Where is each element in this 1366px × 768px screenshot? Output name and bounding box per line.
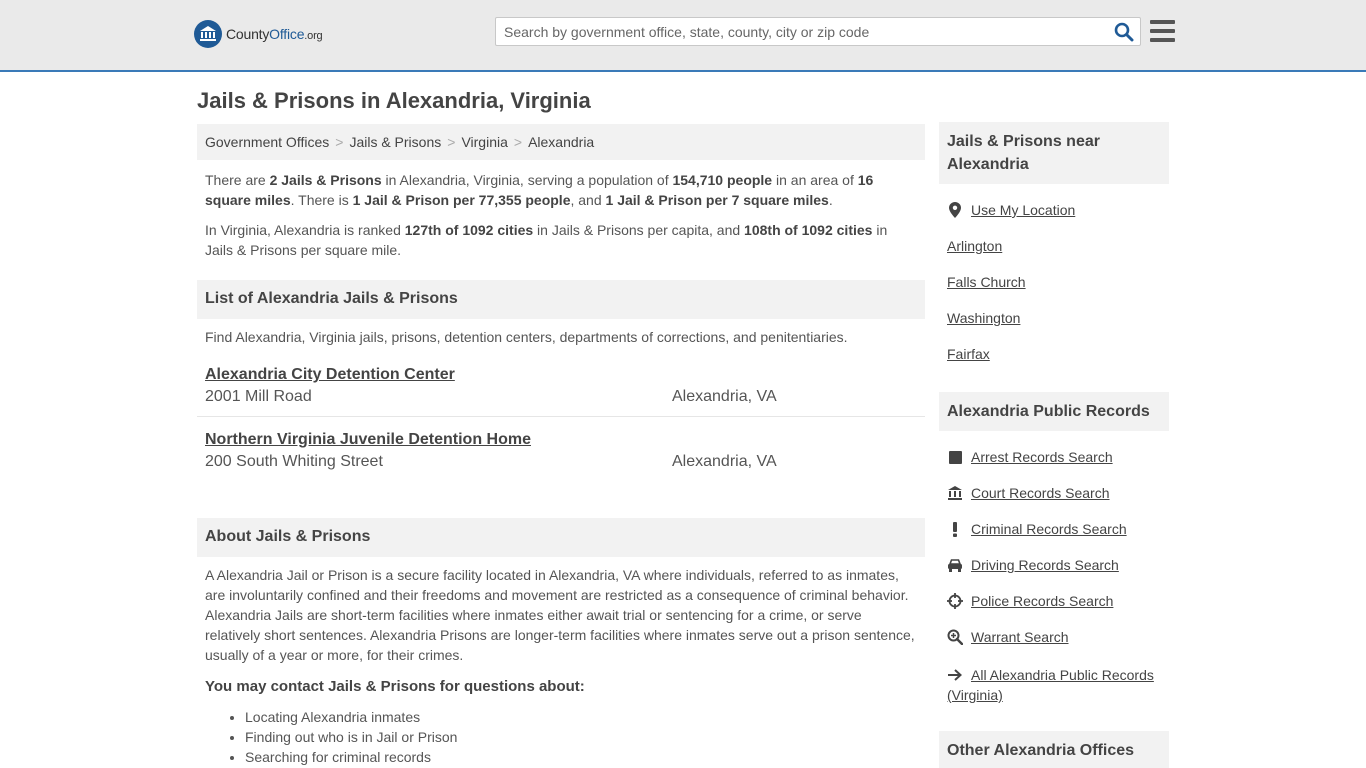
search-input[interactable] bbox=[496, 18, 1096, 45]
page-title: Jails & Prisons in Alexandria, Virginia bbox=[197, 88, 591, 113]
link-label: Court Records Search bbox=[971, 485, 1110, 501]
driving-records-link[interactable]: Driving Records Search bbox=[947, 557, 1119, 573]
map-pin-icon bbox=[947, 202, 963, 218]
other-offices-heading: Other Alexandria Offices bbox=[939, 731, 1169, 768]
use-my-location-link[interactable]: Use My Location bbox=[947, 202, 1075, 218]
nearby-heading: Jails & Prisons near Alexandria bbox=[939, 122, 1169, 184]
court-records-link[interactable]: Court Records Search bbox=[947, 485, 1110, 501]
site-header: CountyOffice.org bbox=[0, 0, 1366, 72]
use-location-label: Use My Location bbox=[971, 202, 1076, 218]
chevron-right-icon: > bbox=[447, 134, 456, 150]
records-heading: Alexandria Public Records bbox=[939, 392, 1169, 431]
list-section-heading: List of Alexandria Jails & Prisons bbox=[197, 280, 925, 319]
square-icon bbox=[947, 449, 963, 465]
facility-address: 2001 Mill Road bbox=[205, 388, 312, 405]
breadcrumb-alexandria: Alexandria bbox=[528, 134, 595, 150]
breadcrumb: Government Offices > Jails & Prisons > Virgi… bbox=[197, 124, 925, 160]
logo-text: CountyOffice.org bbox=[226, 26, 323, 42]
facility-address: 200 South Whiting Street bbox=[205, 453, 383, 470]
search-icon[interactable] bbox=[1114, 22, 1134, 42]
intro-stats: There are 2 Jails & Prisons in Alexandri… bbox=[205, 172, 874, 208]
facility-city: Alexandria, VA bbox=[672, 388, 777, 405]
nearby-washington-link[interactable]: Washington bbox=[947, 310, 1020, 326]
link-label: All Alexandria Public Records (Virginia) bbox=[947, 667, 1154, 703]
search-bar bbox=[495, 17, 1141, 46]
about-text: A Alexandria Jail or Prison is a secure … bbox=[205, 567, 915, 663]
car-icon bbox=[947, 557, 963, 573]
link-label: Arrest Records Search bbox=[971, 449, 1113, 465]
link-label: Criminal Records Search bbox=[971, 521, 1127, 537]
records-panel: Alexandria Public Records bbox=[939, 392, 1169, 431]
hamburger-menu-icon[interactable] bbox=[1150, 20, 1175, 42]
breadcrumb-government-offices[interactable]: Government Offices bbox=[205, 134, 329, 150]
facility-link[interactable]: Alexandria City Detention Center bbox=[205, 366, 917, 384]
other-offices-panel: Other Alexandria Offices bbox=[939, 731, 1169, 768]
criminal-records-link[interactable]: Criminal Records Search bbox=[947, 521, 1127, 537]
all-public-records-link[interactable]: All Alexandria Public Records (Virginia) bbox=[947, 665, 1169, 705]
facility-city: Alexandria, VA bbox=[672, 453, 777, 470]
link-label: Police Records Search bbox=[971, 593, 1114, 609]
nearby-panel: Jails & Prisons near Alexandria bbox=[939, 122, 1169, 184]
exclamation-icon bbox=[947, 521, 963, 537]
breadcrumb-virginia[interactable]: Virginia bbox=[461, 134, 507, 150]
site-logo[interactable]: CountyOffice.org bbox=[194, 20, 323, 48]
link-label: Driving Records Search bbox=[971, 557, 1119, 573]
facility-link[interactable]: Northern Virginia Juvenile Detention Hom… bbox=[205, 431, 917, 449]
list-description: Find Alexandria, Virginia jails, prisons… bbox=[205, 329, 848, 345]
contact-list: Locating Alexandria inmates Finding out … bbox=[245, 707, 457, 767]
nearby-fairfax-link[interactable]: Fairfax bbox=[947, 346, 990, 362]
nearby-falls-church-link[interactable]: Falls Church bbox=[947, 274, 1026, 290]
intro-ranking: In Virginia, Alexandria is ranked 127th … bbox=[205, 222, 888, 258]
about-section-heading: About Jails & Prisons bbox=[197, 518, 925, 557]
link-label: Warrant Search bbox=[971, 629, 1069, 645]
list-item: Northern Virginia Juvenile Detention Hom… bbox=[197, 431, 925, 471]
list-item: Locating Alexandria inmates bbox=[245, 707, 457, 727]
chevron-right-icon: > bbox=[513, 134, 523, 150]
contact-heading: You may contact Jails & Prisons for ques… bbox=[205, 678, 585, 695]
nearby-arlington-link[interactable]: Arlington bbox=[947, 238, 1002, 254]
crosshair-icon bbox=[947, 593, 963, 609]
list-item: Finding out who is in Jail or Prison bbox=[245, 727, 457, 747]
breadcrumb-jails-prisons[interactable]: Jails & Prisons bbox=[349, 134, 441, 150]
list-item: Alexandria City Detention Center 2001 Mi… bbox=[197, 366, 925, 417]
courthouse-icon bbox=[947, 485, 963, 501]
list-item: Searching for criminal records bbox=[245, 747, 457, 767]
magnify-icon bbox=[947, 629, 963, 645]
police-records-link[interactable]: Police Records Search bbox=[947, 593, 1113, 609]
capitol-logo-icon bbox=[194, 20, 222, 48]
chevron-right-icon: > bbox=[335, 134, 344, 150]
warrant-search-link[interactable]: Warrant Search bbox=[947, 629, 1069, 645]
arrest-records-link[interactable]: Arrest Records Search bbox=[947, 449, 1113, 465]
